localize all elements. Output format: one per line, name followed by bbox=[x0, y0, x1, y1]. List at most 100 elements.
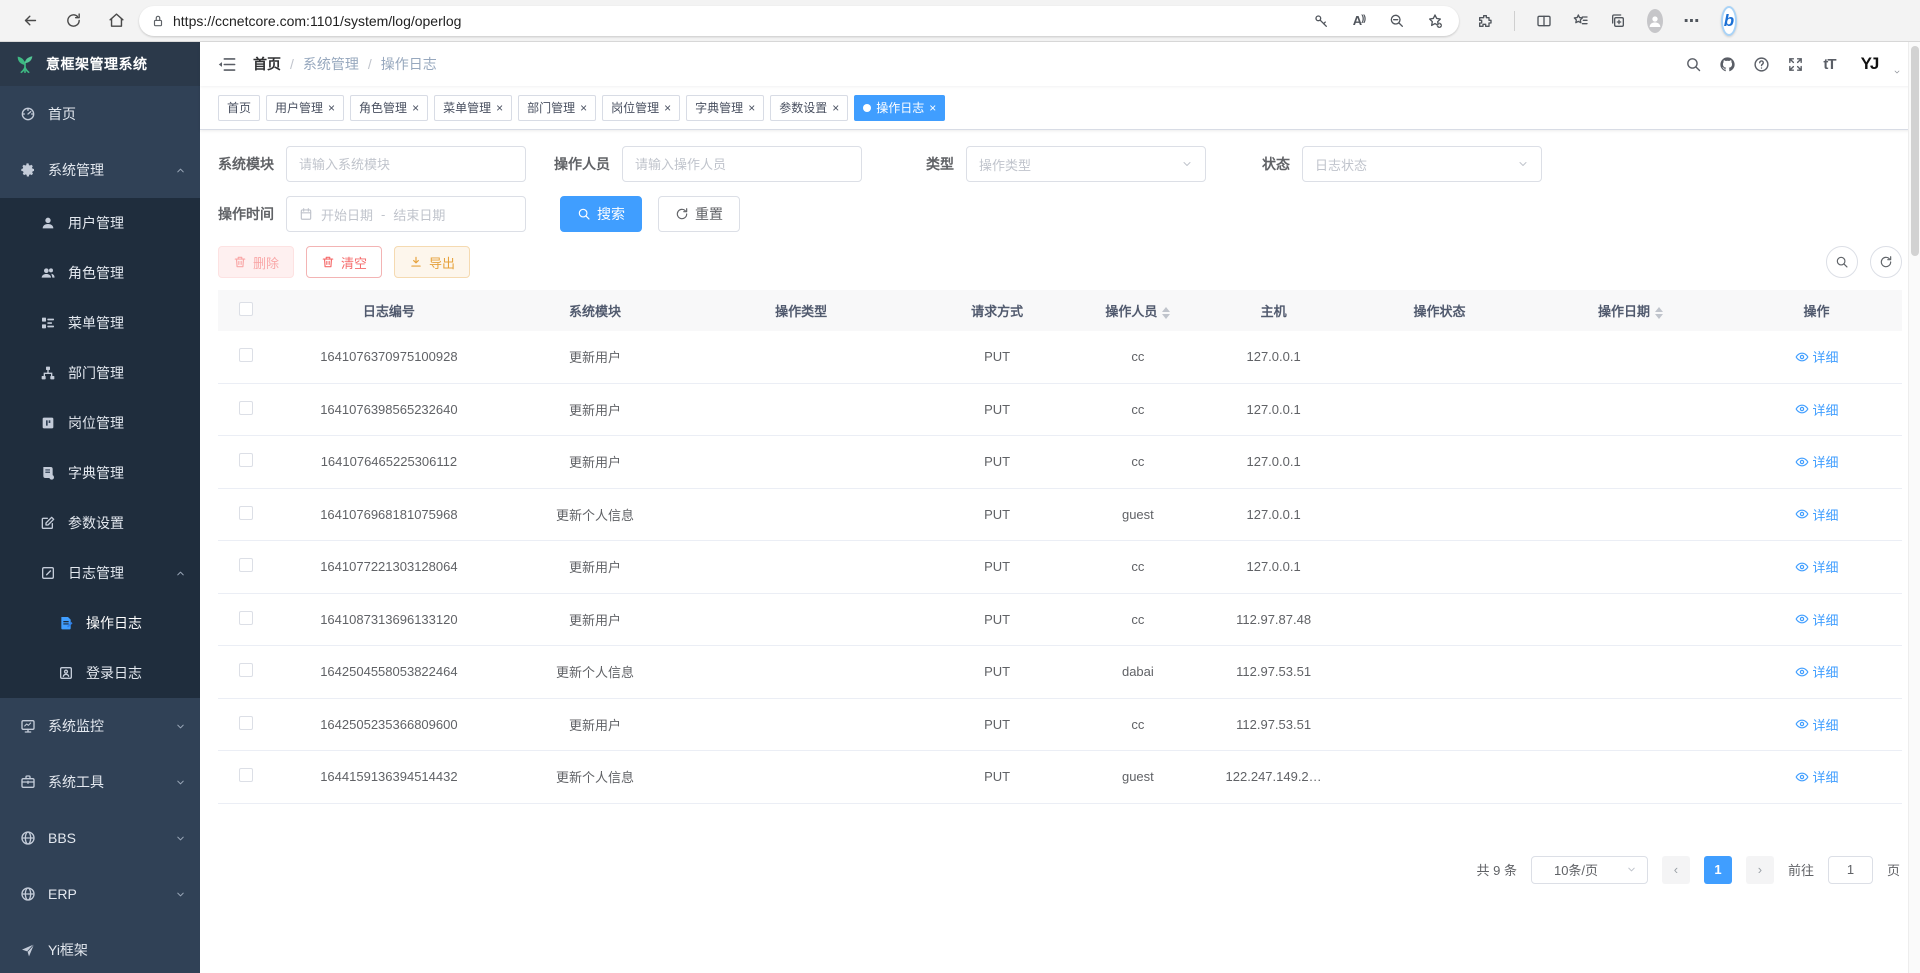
help-icon[interactable] bbox=[1753, 56, 1770, 73]
sidebar-collapse-icon[interactable] bbox=[218, 55, 237, 74]
prev-page-button[interactable]: ‹ bbox=[1662, 856, 1690, 884]
refresh-icon[interactable] bbox=[65, 12, 82, 29]
tab-dept-management[interactable]: 部门管理× bbox=[518, 95, 596, 121]
extensions-icon[interactable] bbox=[1477, 13, 1493, 29]
sidebar-item-erp[interactable]: ERP bbox=[0, 866, 200, 922]
row-checkbox[interactable] bbox=[239, 453, 253, 467]
github-icon[interactable] bbox=[1719, 56, 1736, 73]
type-select[interactable]: 操作类型 bbox=[966, 146, 1206, 182]
sidebar-item-log-management[interactable]: 日志管理 bbox=[0, 548, 200, 598]
sidebar-item-post-management[interactable]: 岗位管理 bbox=[0, 398, 200, 448]
detail-link[interactable]: 详细 bbox=[1795, 557, 1839, 576]
sort-icon[interactable] bbox=[1162, 307, 1170, 319]
font-size-icon[interactable]: tT bbox=[1821, 56, 1838, 73]
detail-link[interactable]: 详细 bbox=[1795, 400, 1839, 419]
detail-link[interactable]: 详细 bbox=[1795, 767, 1839, 786]
row-checkbox[interactable] bbox=[239, 768, 253, 782]
sidebar-item-bbs[interactable]: BBS bbox=[0, 810, 200, 866]
row-checkbox[interactable] bbox=[239, 611, 253, 625]
reset-button[interactable]: 重置 bbox=[658, 196, 740, 232]
fullscreen-icon[interactable] bbox=[1787, 56, 1804, 73]
date-range-picker[interactable]: 开始日期 - 结束日期 bbox=[286, 196, 526, 232]
operator-input[interactable] bbox=[622, 146, 862, 182]
sidebar-item-menu-management[interactable]: 菜单管理 bbox=[0, 298, 200, 348]
zoom-out-icon[interactable] bbox=[1389, 13, 1405, 29]
next-page-button[interactable]: › bbox=[1746, 856, 1774, 884]
tab-oper-log[interactable]: 操作日志× bbox=[854, 95, 945, 121]
favorites-icon[interactable] bbox=[1573, 13, 1589, 29]
sidebar-item-dept-management[interactable]: 部门管理 bbox=[0, 348, 200, 398]
search-icon[interactable] bbox=[1685, 56, 1702, 73]
split-screen-icon[interactable] bbox=[1536, 13, 1552, 29]
close-icon[interactable]: × bbox=[580, 102, 587, 114]
row-checkbox[interactable] bbox=[239, 401, 253, 415]
show-search-button[interactable] bbox=[1826, 246, 1858, 278]
sidebar-item-system-tools[interactable]: 系统工具 bbox=[0, 754, 200, 810]
collections-icon[interactable] bbox=[1610, 13, 1626, 29]
delete-button[interactable]: 删除 bbox=[218, 246, 294, 278]
status-select[interactable]: 日志状态 bbox=[1302, 146, 1542, 182]
url-text[interactable]: https://ccnetcore.com:1101/system/log/op… bbox=[173, 13, 1305, 29]
row-checkbox[interactable] bbox=[239, 348, 253, 362]
module-input-field[interactable] bbox=[299, 157, 513, 172]
close-icon[interactable]: × bbox=[328, 102, 335, 114]
app-logo[interactable]: 意框架管理系统 bbox=[0, 42, 200, 86]
tab-user-management[interactable]: 用户管理× bbox=[266, 95, 344, 121]
detail-link[interactable]: 详细 bbox=[1795, 505, 1839, 524]
close-icon[interactable]: × bbox=[664, 102, 671, 114]
select-all-checkbox[interactable] bbox=[239, 302, 253, 316]
user-avatar[interactable]: YJ bbox=[1855, 50, 1883, 78]
sidebar-item-role-management[interactable]: 角色管理 bbox=[0, 248, 200, 298]
sidebar-item-user-management[interactable]: 用户管理 bbox=[0, 198, 200, 248]
detail-link[interactable]: 详细 bbox=[1795, 610, 1839, 629]
detail-link[interactable]: 详细 bbox=[1795, 452, 1839, 471]
clear-button[interactable]: 清空 bbox=[306, 246, 382, 278]
sidebar-item-oper-log[interactable]: 操作日志 bbox=[0, 598, 200, 648]
sidebar-item-param-settings[interactable]: 参数设置 bbox=[0, 498, 200, 548]
row-checkbox[interactable] bbox=[239, 716, 253, 730]
read-aloud-icon[interactable]: A)) bbox=[1351, 13, 1367, 29]
tab-post-management[interactable]: 岗位管理× bbox=[602, 95, 680, 121]
search-button[interactable]: 搜索 bbox=[560, 196, 642, 232]
goto-page-input[interactable] bbox=[1828, 856, 1873, 884]
close-icon[interactable]: × bbox=[929, 102, 936, 114]
tab-param-settings[interactable]: 参数设置× bbox=[770, 95, 848, 121]
chevron-down-icon[interactable] bbox=[1892, 68, 1902, 78]
key-icon[interactable] bbox=[1313, 13, 1329, 29]
sidebar-item-login-log[interactable]: 登录日志 bbox=[0, 648, 200, 698]
back-icon[interactable] bbox=[22, 12, 39, 29]
profile-avatar[interactable] bbox=[1647, 13, 1663, 29]
close-icon[interactable]: × bbox=[832, 102, 839, 114]
sidebar-item-system-monitor[interactable]: 系统监控 bbox=[0, 698, 200, 754]
row-checkbox[interactable] bbox=[239, 506, 253, 520]
home-icon[interactable] bbox=[108, 12, 125, 29]
sidebar-item-yi-framework[interactable]: Yi框架 bbox=[0, 922, 200, 973]
operator-input-field[interactable] bbox=[635, 157, 849, 172]
module-input[interactable] bbox=[286, 146, 526, 182]
close-icon[interactable]: × bbox=[496, 102, 503, 114]
page-1-button[interactable]: 1 bbox=[1704, 856, 1732, 884]
sidebar-item-home[interactable]: 首页 bbox=[0, 86, 200, 142]
tab-home[interactable]: 首页 bbox=[218, 95, 260, 121]
favorites-add-icon[interactable] bbox=[1427, 13, 1443, 29]
address-bar[interactable]: https://ccnetcore.com:1101/system/log/op… bbox=[139, 6, 1459, 36]
refresh-table-button[interactable] bbox=[1870, 246, 1902, 278]
scrollbar-thumb[interactable] bbox=[1911, 46, 1919, 256]
sidebar-item-dict-management[interactable]: 字典管理 bbox=[0, 448, 200, 498]
more-icon[interactable]: ⋯ bbox=[1684, 13, 1700, 29]
column-header[interactable]: 操作人员 bbox=[1078, 290, 1199, 331]
tab-dict-management[interactable]: 字典管理× bbox=[686, 95, 764, 121]
tab-menu-management[interactable]: 菜单管理× bbox=[434, 95, 512, 121]
detail-link[interactable]: 详细 bbox=[1795, 715, 1839, 734]
sidebar-item-system-management[interactable]: 系统管理 bbox=[0, 142, 200, 198]
sort-icon[interactable] bbox=[1655, 307, 1663, 319]
close-icon[interactable]: × bbox=[748, 102, 755, 114]
close-icon[interactable]: × bbox=[412, 102, 419, 114]
copilot-icon[interactable]: b bbox=[1721, 13, 1737, 29]
detail-link[interactable]: 详细 bbox=[1795, 662, 1839, 681]
row-checkbox[interactable] bbox=[239, 663, 253, 677]
tab-role-management[interactable]: 角色管理× bbox=[350, 95, 428, 121]
row-checkbox[interactable] bbox=[239, 558, 253, 572]
detail-link[interactable]: 详细 bbox=[1795, 347, 1839, 366]
page-size-select[interactable]: 10条/页 bbox=[1531, 856, 1648, 884]
